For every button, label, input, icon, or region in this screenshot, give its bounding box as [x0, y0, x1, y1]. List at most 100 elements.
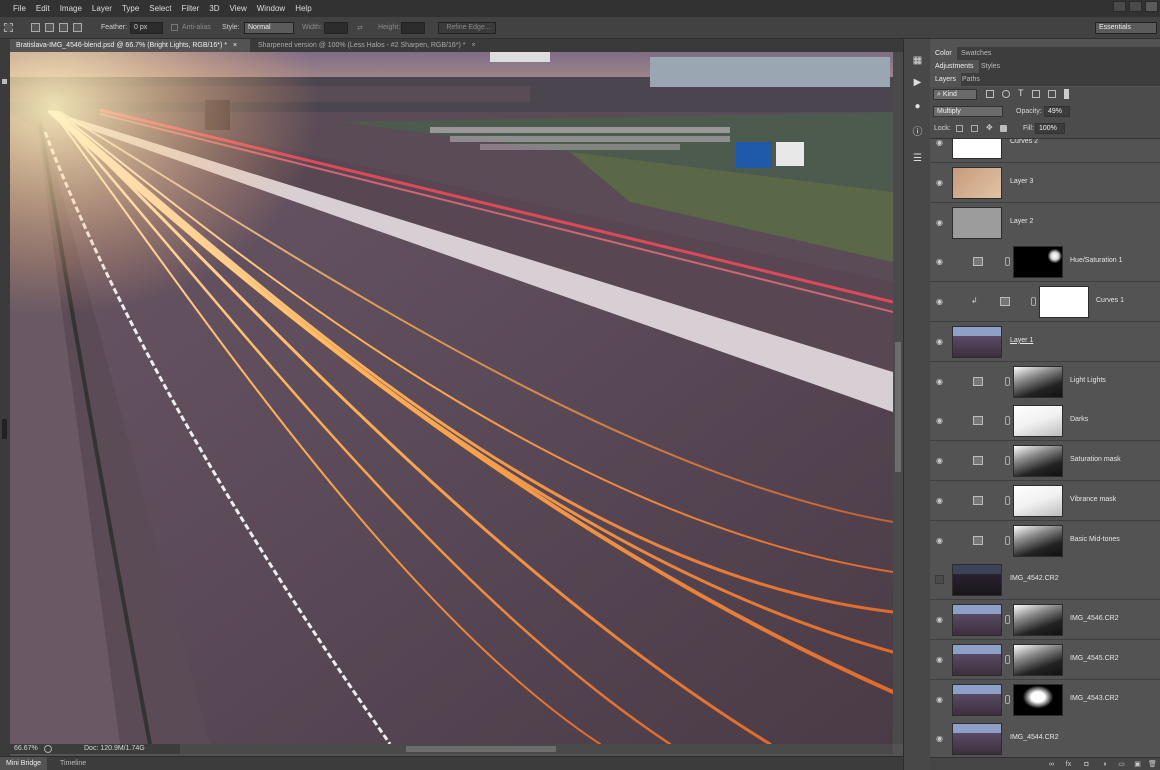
layer-mask-thumbnail[interactable] [1013, 604, 1063, 636]
layer-style-icon[interactable]: fx [1064, 760, 1073, 769]
close-icon[interactable]: × [471, 42, 475, 49]
chain-link-icon[interactable] [1005, 257, 1010, 267]
play-actions-icon[interactable]: ▶ [912, 77, 923, 88]
layer-row[interactable]: ◉ Darks [930, 401, 1160, 442]
eye-icon[interactable]: ◉ [935, 377, 944, 386]
layer-mask-thumbnail[interactable] [1013, 484, 1063, 517]
chain-link-icon[interactable] [1005, 376, 1010, 386]
layer-thumbnail[interactable] [952, 166, 1002, 199]
tab-styles[interactable]: Styles [976, 60, 1005, 73]
restore-button[interactable] [1129, 1, 1142, 12]
close-window-button[interactable] [1145, 1, 1158, 12]
layer-row[interactable]: ◉ Saturation mask [930, 441, 1160, 481]
layer-row[interactable]: ◉ ↲ Curves 1 [930, 282, 1160, 322]
filter-shape-icon[interactable] [1032, 90, 1040, 98]
add-selection-icon[interactable] [45, 23, 54, 32]
menu-file[interactable]: File [0, 4, 31, 13]
layer-row[interactable]: IMG_4542.CR2 [930, 560, 1160, 601]
curves-icon[interactable] [1000, 297, 1010, 306]
fill-input[interactable]: 100% [1035, 123, 1065, 134]
menu-layer[interactable]: Layer [87, 4, 117, 13]
tab-mini-bridge[interactable]: Mini Bridge [0, 757, 48, 770]
menu-window[interactable]: Window [252, 4, 290, 13]
hue-saturation-icon[interactable] [973, 257, 983, 267]
layer-row[interactable]: ◉ IMG_4545.CR2 [930, 639, 1160, 680]
document-canvas[interactable] [10, 52, 893, 744]
new-group-icon[interactable]: ▭ [1117, 760, 1126, 769]
tab-sharpened-version[interactable]: Sharpened version @ 100% (Less Halos - #… [252, 39, 497, 52]
tool-icon[interactable] [2, 79, 7, 84]
layer-mask-thumbnail[interactable] [1039, 286, 1089, 318]
refine-edge-button[interactable]: Refine Edge... [438, 22, 496, 34]
new-selection-icon[interactable] [31, 23, 40, 32]
lock-all-icon[interactable] [1000, 125, 1007, 132]
layer-mask-thumbnail[interactable] [1013, 246, 1063, 279]
chain-link-icon[interactable] [1005, 535, 1010, 545]
layer-mask-thumbnail[interactable] [1013, 524, 1063, 557]
eye-icon[interactable]: ◉ [935, 655, 944, 664]
layer-mask-thumbnail[interactable] [1013, 365, 1063, 398]
filter-adjustment-icon[interactable] [1002, 90, 1010, 98]
eye-icon[interactable]: ◉ [935, 615, 944, 624]
layer-thumbnail[interactable] [952, 683, 1002, 716]
blend-mode-select[interactable]: Multiply [933, 106, 1003, 117]
tab-swatches[interactable]: Swatches [956, 47, 996, 60]
visibility-toggle-off[interactable] [935, 575, 944, 585]
tab-timeline[interactable]: Timeline [56, 757, 90, 770]
workspace-select[interactable]: Essentials [1095, 22, 1157, 34]
eye-icon[interactable]: ◉ [935, 218, 944, 227]
swap-icon[interactable]: ⇄ [357, 24, 363, 32]
layer-row[interactable]: ◉ IMG_4546.CR2 [930, 600, 1160, 640]
height-input[interactable] [401, 22, 425, 34]
opacity-input[interactable]: 49% [1044, 106, 1070, 117]
menu-type[interactable]: Type [117, 4, 144, 13]
layer-row[interactable]: ◉ Layer 3 [930, 162, 1160, 203]
layer-row[interactable]: ◉ Hue/Saturation 1 [930, 242, 1160, 283]
brush-presets-icon[interactable]: ● [912, 101, 923, 112]
add-mask-icon[interactable]: ◘ [1082, 760, 1091, 769]
menu-help[interactable]: Help [290, 4, 316, 13]
layer-mask-thumbnail[interactable] [1013, 643, 1063, 676]
layer-thumbnail[interactable] [952, 206, 1002, 239]
layer-thumbnail[interactable] [952, 564, 1002, 597]
curves-icon[interactable] [973, 495, 983, 505]
eye-icon[interactable]: ◉ [935, 695, 944, 704]
layer-row[interactable]: ◉ Basic Mid-tones [930, 520, 1160, 561]
filter-type-icon[interactable]: T [1018, 88, 1024, 98]
eye-icon[interactable]: ◉ [935, 416, 944, 425]
link-layers-icon[interactable]: ∞ [1047, 760, 1056, 769]
curves-icon[interactable] [973, 416, 983, 426]
tab-color[interactable]: Color [930, 47, 957, 60]
vertical-scrollbar[interactable] [893, 52, 903, 744]
layer-thumbnail[interactable] [952, 325, 1002, 358]
menu-select[interactable]: Select [144, 4, 176, 13]
curves-icon[interactable] [973, 376, 983, 386]
width-input[interactable] [324, 22, 348, 34]
eye-icon[interactable]: ◉ [935, 297, 944, 306]
filter-pixel-icon[interactable] [986, 90, 994, 98]
eye-icon[interactable]: ◉ [935, 337, 944, 346]
status-info-icon[interactable] [44, 745, 52, 753]
layer-thumbnail[interactable] [952, 139, 1002, 159]
horizontal-scrollbar[interactable] [178, 744, 893, 754]
eye-icon[interactable]: ◉ [935, 456, 944, 465]
layer-row[interactable]: ◉ Curves 2 [930, 139, 1160, 163]
menu-view[interactable]: View [225, 4, 252, 13]
layer-row[interactable]: ◉ Layer 2 [930, 202, 1160, 243]
eye-icon[interactable]: ◉ [935, 734, 944, 743]
history-icon[interactable]: ▦ [912, 55, 923, 66]
close-icon[interactable]: × [233, 42, 237, 49]
intersect-selection-icon[interactable] [73, 23, 82, 32]
layer-row[interactable]: ◉ IMG_4544.CR2 [930, 719, 1160, 757]
filter-smart-object-icon[interactable] [1048, 90, 1056, 98]
new-layer-icon[interactable]: ▣ [1133, 760, 1142, 769]
menu-image[interactable]: Image [55, 4, 87, 13]
marquee-tool-icon[interactable] [4, 23, 13, 32]
layer-mask-thumbnail[interactable] [1013, 445, 1063, 477]
menu-3d[interactable]: 3D [204, 4, 224, 13]
chain-link-icon[interactable] [1005, 416, 1010, 426]
curves-icon[interactable] [973, 456, 983, 465]
menu-edit[interactable]: Edit [31, 4, 55, 13]
filter-toggle-icon[interactable] [1064, 89, 1069, 99]
layer-thumbnail[interactable] [952, 723, 1002, 756]
